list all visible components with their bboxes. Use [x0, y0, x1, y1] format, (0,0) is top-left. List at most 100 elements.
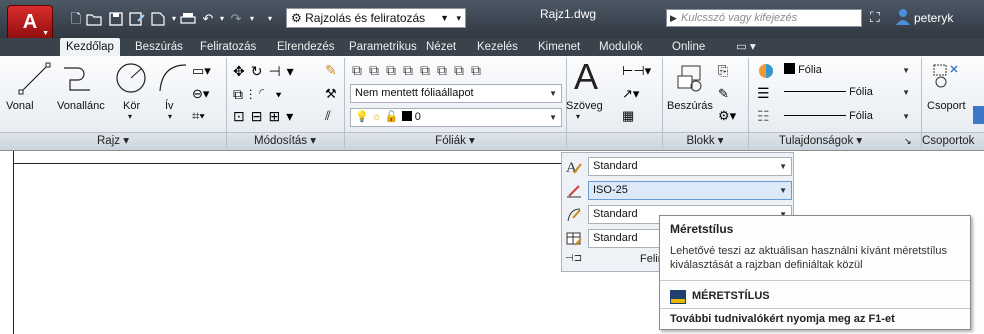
linetype-value: Fólia — [849, 110, 873, 122]
tab-modulok[interactable]: Modulok — [593, 38, 648, 56]
table-style-value: Standard — [593, 232, 638, 244]
tab-online[interactable]: Online — [666, 38, 711, 56]
app-logo: A — [22, 11, 38, 33]
tab-elrendezes[interactable]: Elrendezés — [271, 38, 341, 56]
lightbulb-icon: 💡 — [355, 111, 369, 123]
explode-icon[interactable]: ⚒ — [325, 86, 337, 102]
match-properties-icon[interactable] — [757, 62, 775, 80]
tab-kimenet[interactable]: Kimenet — [532, 38, 586, 56]
search-placeholder: Kulcsszó vagy kifejezés — [681, 12, 798, 24]
color-value: Fólia — [798, 64, 822, 76]
polyline-icon — [64, 67, 90, 91]
panel-title-foliak[interactable]: Fóliák ▾ — [344, 133, 566, 149]
panel-title-tulajdonsagok[interactable]: Tulajdonságok ▾ — [748, 133, 893, 149]
viewport-left-edge — [13, 151, 14, 334]
expand-icon: ▶ — [670, 13, 677, 23]
group-icon — [933, 64, 958, 88]
drawing-border — [0, 150, 984, 151]
tool-csoport[interactable]: Csoport — [927, 100, 966, 112]
chevron-down-icon[interactable]: ▾ — [576, 112, 580, 121]
layer-state-value: Nem mentett fóliaállapot — [355, 87, 474, 99]
tab-feliratozas[interactable]: Feliratozás — [194, 38, 262, 56]
gear-icon: ⚙ — [291, 11, 302, 25]
layer-value: 0 — [414, 111, 421, 123]
chevron-down-icon[interactable]: ▾ — [244, 11, 260, 27]
erase-icon[interactable]: ✎ — [325, 62, 337, 79]
plot-icon[interactable] — [150, 11, 166, 27]
panel-title-csoportok[interactable]: Csoportok — [922, 133, 984, 149]
text-style-icon: A — [565, 158, 583, 176]
rectangle-icon[interactable]: ▭▾ — [192, 63, 211, 79]
tab-more[interactable]: ▭ ▾ — [730, 38, 762, 56]
tooltip-title: Méretstílus — [670, 222, 734, 236]
command-icon — [670, 290, 686, 304]
layer-tools-icons[interactable]: ⧉⧉⧉⧉⧉⧉⧉⧉ — [352, 62, 488, 79]
chevron-down-icon[interactable]: ▾ — [168, 112, 172, 121]
multileader-style-icon — [565, 206, 583, 224]
search-input[interactable]: ▶ Kulcsszó vagy kifejezés — [666, 9, 862, 27]
panel-title-rajz[interactable]: Rajz ▾ — [0, 133, 226, 149]
chevron-down-icon: ▼ — [779, 186, 787, 195]
linetype-dropdown[interactable]: Fólia ▼ — [780, 108, 914, 127]
circle-icon — [116, 63, 146, 93]
print-icon[interactable] — [180, 11, 196, 27]
user-icon[interactable] — [895, 8, 911, 26]
tab-nezet[interactable]: Nézet — [420, 38, 462, 56]
attribute-icon[interactable]: ⚙▾ — [718, 108, 736, 124]
dimension-style-dropdown[interactable]: ISO-25 ▼ — [588, 181, 792, 200]
multileader-style-value: Standard — [593, 208, 638, 220]
tool-szoveg[interactable]: Szöveg — [566, 100, 603, 112]
save-icon[interactable] — [108, 11, 124, 27]
dimension-icon[interactable]: ⊢⊣▾ — [622, 63, 651, 79]
user-name[interactable]: peteryk — [914, 11, 953, 25]
insert-block-icon — [677, 65, 702, 92]
binoculars-icon[interactable]: ⛶ — [870, 9, 880, 26]
text-style-dropdown[interactable]: Standard ▼ — [588, 157, 792, 176]
line-sample — [784, 91, 846, 92]
text-icon: A — [574, 56, 599, 97]
application-menu-button[interactable]: A ▼ — [8, 6, 52, 40]
tool-vonal[interactable]: Vonal — [6, 100, 34, 112]
offset-icon[interactable]: ⫽ — [325, 108, 331, 124]
gradient-icon[interactable]: ⌗▾ — [192, 108, 205, 124]
copy-mirror-fillet-icons[interactable]: ⧉⫶◜▾ — [233, 86, 287, 103]
chevron-down-icon[interactable]: ▾ — [128, 112, 132, 121]
table-icon[interactable]: ▦ — [622, 108, 634, 124]
tool-vonallanc[interactable]: Vonallánc — [57, 100, 105, 112]
panel-title-modositas[interactable]: Módosítás ▾ — [226, 133, 344, 149]
edit-block-icon[interactable]: ✎ — [718, 86, 729, 102]
lineweight-dropdown[interactable]: Fólia ▼ — [780, 84, 914, 103]
color-dropdown[interactable]: Fólia ▼ — [780, 62, 914, 81]
save-as-icon[interactable] — [128, 11, 145, 27]
tab-kezeles[interactable]: Kezelés — [471, 38, 524, 56]
chevron-down-icon: ▼ — [440, 13, 449, 23]
workspace-dropdown[interactable]: ⚙ Rajzolás és feliratozás ▼ ▾ — [286, 8, 466, 28]
lineweight-icon: ☰ — [757, 85, 770, 101]
new-icon[interactable]: 🗋 — [68, 11, 84, 27]
tool-iv[interactable]: Ív — [165, 100, 174, 112]
workspace-label: Rajzolás és feliratozás — [305, 11, 426, 25]
lock-icon: 🔓 — [384, 111, 399, 123]
chevron-down-icon: ▼ — [779, 162, 787, 171]
create-block-icon[interactable]: ⎘ — [718, 63, 728, 79]
tab-parametrikus[interactable]: Parametrikus — [343, 38, 423, 56]
move-rotate-trim-icons[interactable]: ✥↻⊣▾ — [233, 63, 300, 80]
open-icon[interactable] — [86, 11, 102, 27]
hatch-icon[interactable]: ⊖▾ — [192, 86, 209, 102]
panel-title-blokk[interactable]: Blokk ▾ — [662, 133, 748, 149]
table-style-icon — [565, 230, 583, 248]
pin-icon[interactable]: ⊣⊐ — [565, 253, 582, 264]
layer-dropdown[interactable]: 💡 ☼ 🔓 0 ▼ — [350, 108, 562, 127]
arc-icon — [159, 64, 187, 92]
tool-kor[interactable]: Kör — [123, 100, 140, 112]
chevron-down-icon: ▼ — [902, 66, 910, 75]
tab-beszuras[interactable]: Beszúrás — [129, 38, 189, 56]
tab-kezdolap[interactable]: Kezdőlap — [60, 38, 120, 56]
stretch-scale-array-icons[interactable]: ⊡⊟⊞▾ — [233, 108, 299, 125]
layer-state-dropdown[interactable]: Nem mentett fóliaállapot ▼ — [350, 84, 562, 103]
text-style-value: Standard — [593, 160, 638, 172]
leader-icon[interactable]: ↗▾ — [622, 86, 639, 102]
group-select-icon[interactable] — [973, 106, 984, 124]
dialog-launcher-icon[interactable]: ↘ — [904, 136, 912, 147]
tool-beszuras[interactable]: Beszúrás — [667, 100, 713, 112]
